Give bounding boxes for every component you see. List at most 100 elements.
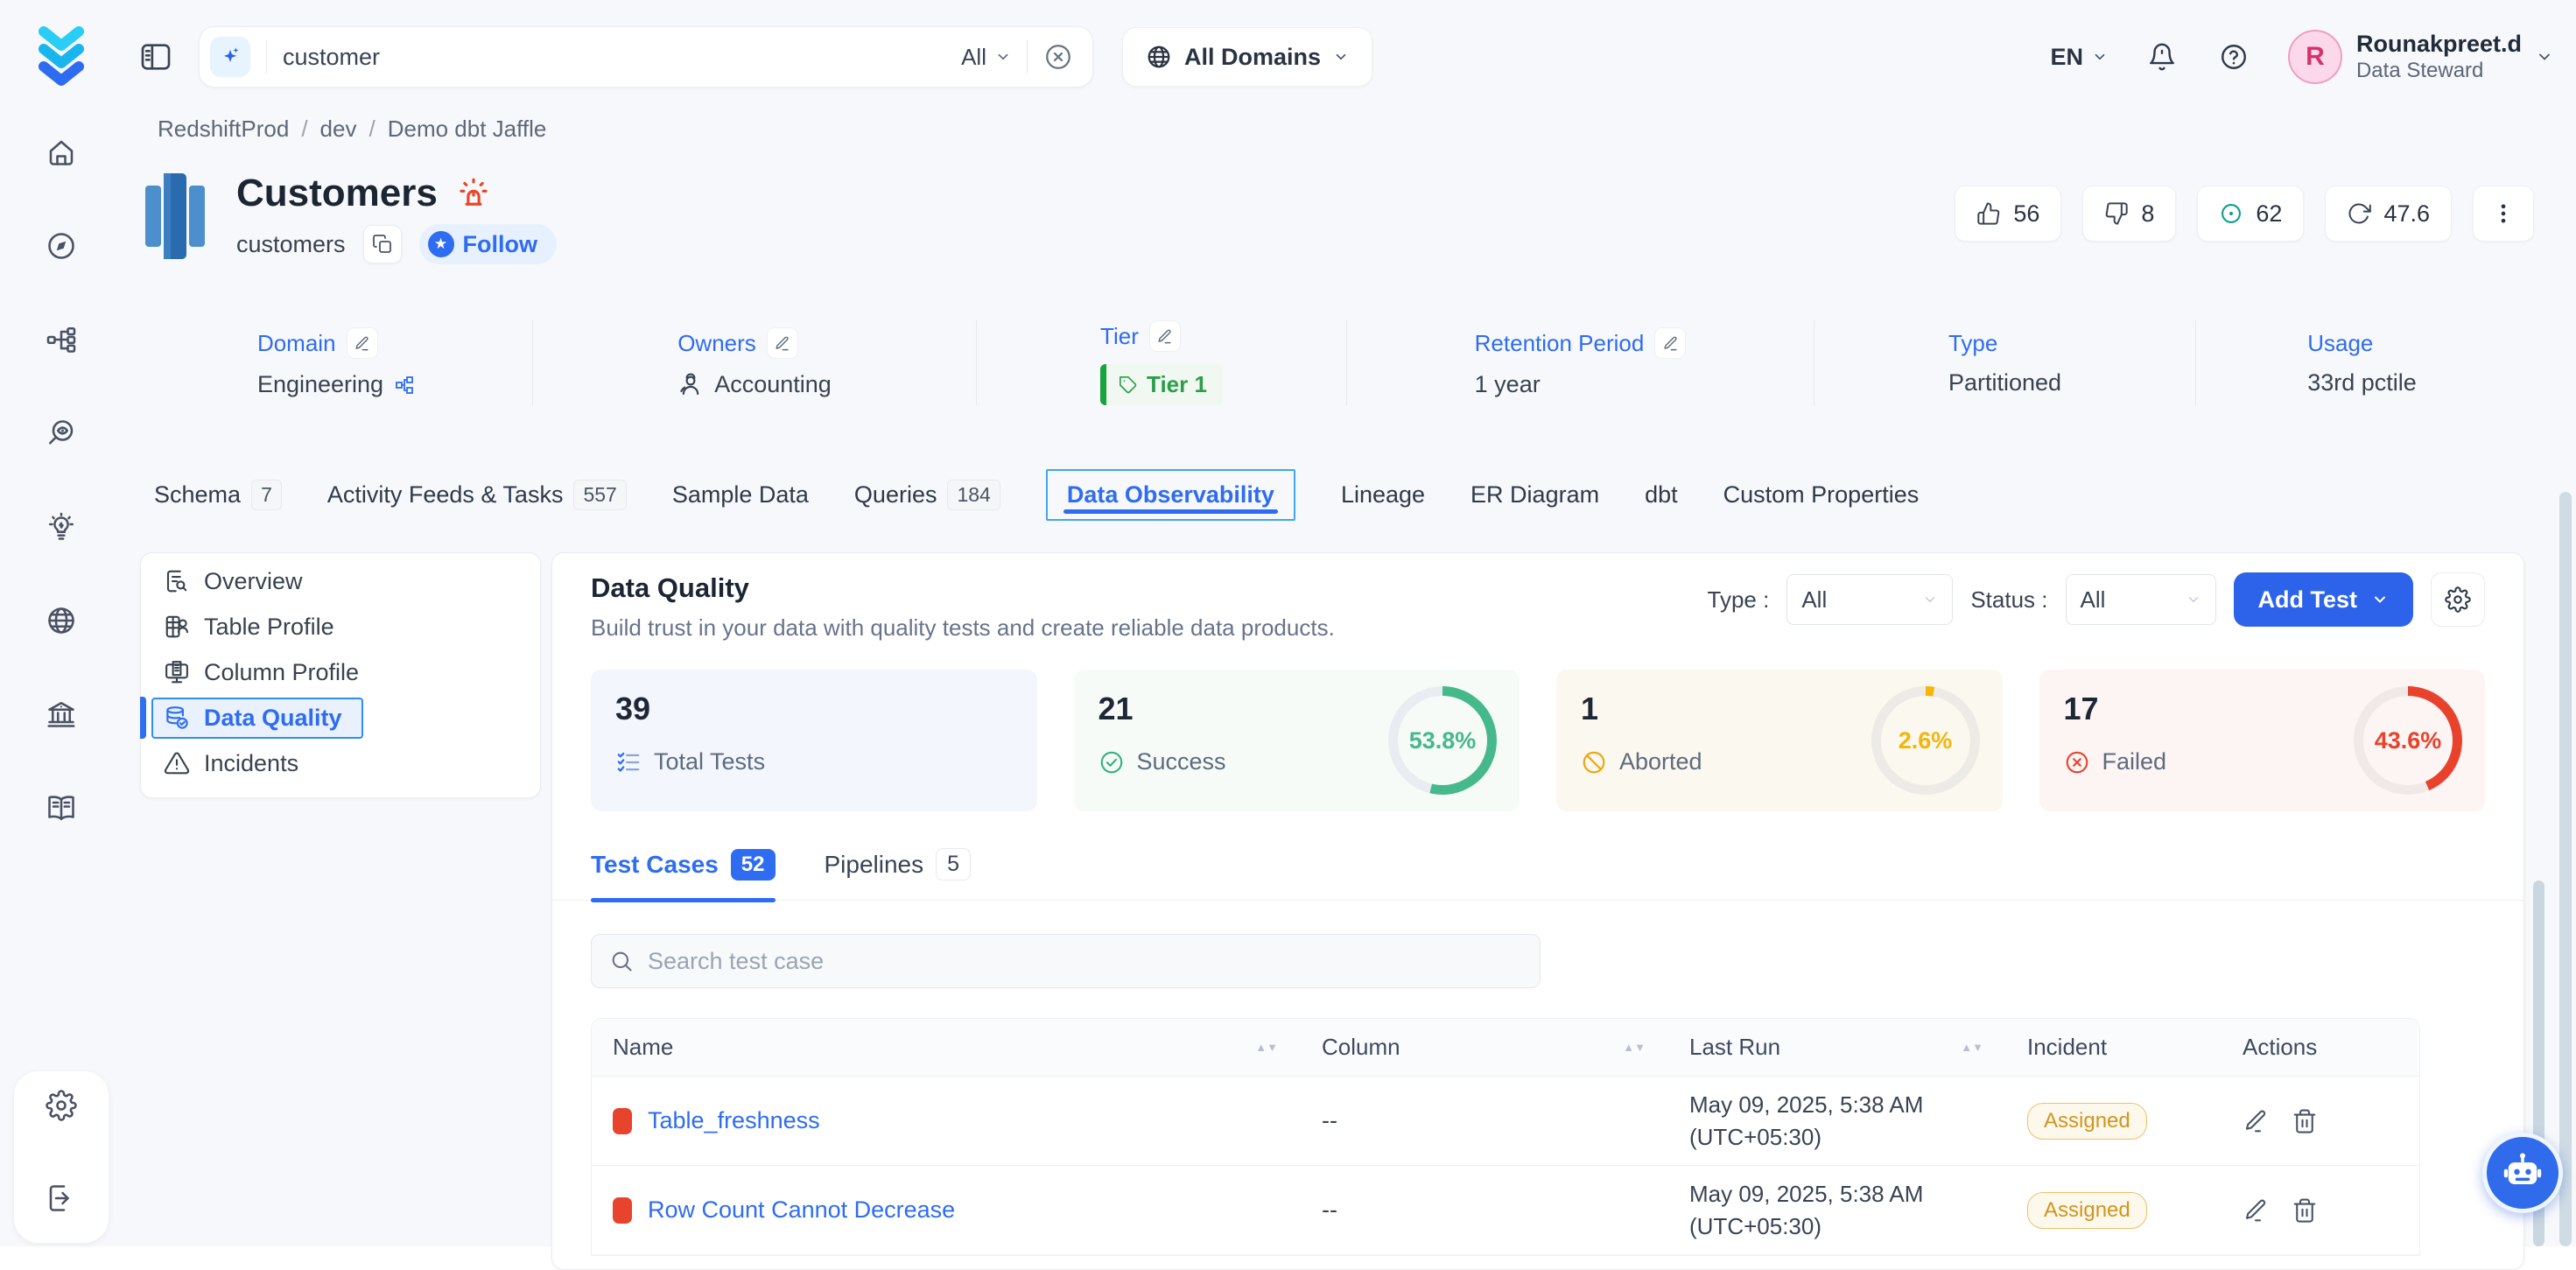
- tab-activity-feeds[interactable]: Activity Feeds & Tasks557: [327, 480, 627, 510]
- incident-status-badge: Assigned: [2027, 1192, 2147, 1229]
- rail-item-observability[interactable]: [42, 414, 81, 453]
- version-number: 47.6: [2383, 200, 2430, 228]
- page-scrollbar[interactable]: [2559, 492, 2572, 1246]
- upvote-button[interactable]: 56: [1955, 186, 2061, 242]
- edit-tier-button[interactable]: [1149, 320, 1181, 352]
- rail-item-lineage[interactable]: [42, 320, 81, 359]
- subnav-item-table-profile[interactable]: Table Profile: [141, 604, 540, 649]
- tab-schema[interactable]: Schema7: [154, 480, 282, 510]
- retention-label: Retention Period: [1475, 330, 1645, 357]
- clear-search-icon[interactable]: [1043, 42, 1073, 72]
- test-case-search[interactable]: [591, 934, 1541, 988]
- col-incident: Incident: [2027, 1034, 2107, 1061]
- rail-item-knowledge[interactable]: [42, 789, 81, 827]
- breadcrumb-schema[interactable]: Demo dbt Jaffle: [388, 116, 547, 143]
- tab-data-observability[interactable]: Data Observability: [1067, 481, 1274, 509]
- total-tests-card: 39 Total Tests: [591, 670, 1037, 811]
- global-search-input[interactable]: [283, 44, 961, 71]
- sidebar-toggle-button[interactable]: [138, 39, 173, 74]
- total-tests-value: 39: [615, 691, 1013, 727]
- rail-item-settings[interactable]: [42, 1086, 81, 1125]
- failed-donut: 43.6%: [2354, 686, 2462, 795]
- edit-owners-button[interactable]: [767, 327, 798, 359]
- type-filter-select[interactable]: All: [1786, 574, 1953, 625]
- summary-cards: 39 Total Tests 21 Success 53.8% 1 Aborte…: [591, 670, 2485, 811]
- global-search-bar[interactable]: All: [199, 26, 1093, 88]
- version-button[interactable]: 47.6: [2325, 186, 2452, 242]
- tab-data-observability-active-box: Data Observability: [1046, 469, 1295, 521]
- status-filter-select[interactable]: All: [2066, 574, 2216, 625]
- tab-custom-properties[interactable]: Custom Properties: [1723, 481, 1920, 509]
- test-case-link[interactable]: Row Count Cannot Decrease: [648, 1196, 955, 1224]
- sort-last-run[interactable]: ▲▼: [1961, 1042, 1983, 1052]
- trash-icon: [2292, 1108, 2318, 1134]
- rail-item-explore[interactable]: [42, 227, 81, 265]
- tab-dbt[interactable]: dbt: [1645, 481, 1678, 509]
- edit-test-button[interactable]: [2243, 1108, 2269, 1134]
- tab-pipelines[interactable]: Pipelines 5: [825, 848, 972, 900]
- user-menu[interactable]: R Rounakpreet.d Data Steward: [2288, 30, 2553, 84]
- alert-siren-icon[interactable]: [455, 175, 492, 212]
- language-selector[interactable]: EN: [2050, 44, 2108, 71]
- subnav-item-overview[interactable]: Overview: [141, 558, 540, 604]
- all-domains-button[interactable]: All Domains: [1122, 27, 1372, 87]
- views-button[interactable]: 62: [2197, 186, 2304, 242]
- rail-item-logout[interactable]: [42, 1179, 81, 1217]
- domain-label: Domain: [257, 330, 336, 357]
- sort-name[interactable]: ▲▼: [1255, 1042, 1278, 1052]
- table-header: Name▲▼ Column▲▼ Last Run▲▼ Incident Acti…: [592, 1019, 2419, 1077]
- notifications-button[interactable]: [2144, 39, 2179, 74]
- owners-value[interactable]: Accounting: [677, 371, 832, 398]
- test-case-search-input[interactable]: [648, 948, 1522, 975]
- test-settings-button[interactable]: [2431, 572, 2485, 627]
- divider: [266, 40, 267, 74]
- search-eye-icon: [46, 417, 77, 449]
- subnav-item-incidents[interactable]: Incidents: [141, 740, 540, 786]
- trash-icon: [2292, 1197, 2318, 1224]
- chevron-down-icon: [995, 49, 1011, 65]
- copy-name-button[interactable]: [363, 225, 402, 263]
- subnav-item-column-profile[interactable]: Column Profile: [141, 649, 540, 695]
- tab-lineage[interactable]: Lineage: [1341, 481, 1425, 509]
- delete-test-button[interactable]: [2292, 1197, 2318, 1224]
- tab-er-diagram[interactable]: ER Diagram: [1470, 481, 1599, 509]
- subnav-item-data-quality[interactable]: Data Quality: [151, 698, 363, 739]
- panel-icon: [138, 39, 173, 74]
- downvote-button[interactable]: 8: [2082, 186, 2176, 242]
- rail-item-insights[interactable]: [42, 508, 81, 546]
- tier-badge: Tier 1: [1100, 364, 1223, 405]
- col-name: Name: [613, 1034, 673, 1061]
- edit-retention-button[interactable]: [1654, 327, 1686, 359]
- test-list-tabs: Test Cases 52 Pipelines 5: [552, 848, 2523, 901]
- test-case-link[interactable]: Table_freshness: [648, 1107, 820, 1134]
- slash-circle-icon: [1581, 749, 1607, 775]
- sort-column[interactable]: ▲▼: [1623, 1042, 1646, 1052]
- rail-item-govern[interactable]: [42, 695, 81, 733]
- rail-item-home[interactable]: [42, 133, 81, 172]
- help-button[interactable]: [2216, 39, 2251, 74]
- tab-queries[interactable]: Queries184: [854, 480, 1000, 510]
- chat-assistant-button[interactable]: [2482, 1133, 2563, 1213]
- edit-domain-button[interactable]: [347, 327, 378, 359]
- kebab-menu-icon: [2491, 201, 2516, 226]
- ai-search-chip[interactable]: [210, 37, 250, 77]
- delete-test-button[interactable]: [2292, 1108, 2318, 1134]
- edit-test-button[interactable]: [2243, 1197, 2269, 1224]
- usage-label: Usage: [2307, 330, 2373, 357]
- chevron-down-icon: [1922, 592, 1938, 607]
- more-actions-button[interactable]: [2473, 186, 2534, 242]
- follow-button[interactable]: ★ Follow: [419, 224, 557, 264]
- domain-value[interactable]: Engineering: [257, 371, 415, 398]
- section-subtitle: Build trust in your data with quality te…: [591, 614, 1335, 642]
- breadcrumb-database[interactable]: dev: [320, 116, 357, 143]
- checklist-icon: [615, 749, 642, 775]
- breadcrumb-service[interactable]: RedshiftProd: [158, 116, 289, 143]
- add-test-button[interactable]: Add Test: [2234, 572, 2414, 627]
- rail-item-domains[interactable]: [42, 601, 81, 640]
- tab-test-cases[interactable]: Test Cases 52: [591, 848, 776, 900]
- subnav-item-data-quality-wrap: Data Quality: [141, 695, 540, 740]
- tab-sample-data[interactable]: Sample Data: [672, 481, 809, 509]
- search-scope-dropdown[interactable]: All: [961, 44, 1011, 71]
- success-donut: 53.8%: [1388, 686, 1497, 795]
- app-logo[interactable]: [30, 23, 93, 88]
